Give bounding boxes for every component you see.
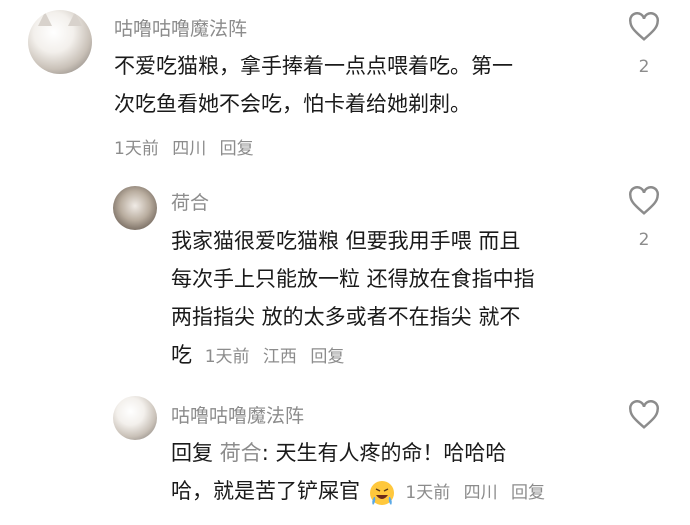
comment-text-line: 次吃鱼看她不会吃，怕卡着给她剃刺。	[114, 92, 471, 116]
comment-username[interactable]: 咕噜咕噜魔法阵	[171, 401, 304, 428]
comment-location: 四川	[172, 139, 207, 159]
avatar[interactable]	[113, 186, 157, 230]
comment-text: 回复 荷合: 天生有人疼的命！哈哈哈 哈，就是苦了铲屎官 1天前 四川 回复	[171, 434, 553, 512]
comment-text-line: 回复 荷合: 天生有人疼的命！哈哈哈	[171, 434, 553, 472]
comment-location: 江西	[262, 347, 297, 367]
heart-outline-icon[interactable]	[627, 12, 661, 42]
comment-text-line: 两指指尖 放的太多或者不在指尖 就不	[171, 305, 521, 329]
reply-button[interactable]: 回复	[220, 139, 254, 159]
comment-time: 1天前	[405, 483, 451, 503]
comment-text-line: 吃 1天前 江西 回复	[171, 336, 535, 376]
comment-text: 我家猫很爱吃猫粮 但要我用手喂 而且 每次手上只能放一粒 还得放在食指中指 两指…	[171, 222, 535, 376]
comment-meta: 1天前 四川 回复	[405, 483, 553, 503]
avatar[interactable]	[28, 10, 92, 74]
like-count: 2	[638, 230, 650, 250]
comment-time: 1天前	[114, 139, 159, 159]
comment-text-rest: : 天生有人疼的命！哈哈哈	[261, 441, 507, 465]
crying-laughing-emoji	[369, 481, 394, 505]
heart-outline-icon[interactable]	[627, 186, 661, 216]
comment-meta: 1天前 江西 回复	[205, 347, 353, 367]
comment-time: 1天前	[204, 347, 250, 367]
reply-to-username[interactable]: 荷合	[220, 441, 262, 465]
comment-text-line: 哈，就是苦了铲屎官 1天前 四川 回复	[171, 472, 553, 512]
comment-text-line: 每次手上只能放一粒 还得放在食指中指	[171, 267, 535, 291]
comment-text-tail: 吃	[171, 343, 192, 367]
comment-text: 不爱吃猫粮，拿手捧着一点点喂着吃。第一 次吃鱼看她不会吃，怕卡着给她剃刺。	[114, 47, 513, 123]
comment-meta: 1天前 四川 回复	[114, 134, 262, 159]
reply-prefix: 回复	[171, 441, 213, 465]
comment-username[interactable]: 荷合	[171, 188, 209, 215]
like-count: 2	[638, 57, 650, 77]
comment-text-tail: 哈，就是苦了铲屎官	[171, 479, 360, 503]
comment-text-line: 不爱吃猫粮，拿手捧着一点点喂着吃。第一	[114, 54, 513, 78]
heart-outline-icon[interactable]	[627, 400, 661, 430]
reply-button[interactable]: 回复	[511, 483, 545, 503]
avatar[interactable]	[113, 396, 157, 440]
comment-username[interactable]: 咕噜咕噜魔法阵	[114, 14, 247, 41]
reply-button[interactable]: 回复	[310, 347, 344, 367]
comment-location: 四川	[463, 483, 498, 503]
comment-text-line: 我家猫很爱吃猫粮 但要我用手喂 而且	[171, 229, 521, 253]
